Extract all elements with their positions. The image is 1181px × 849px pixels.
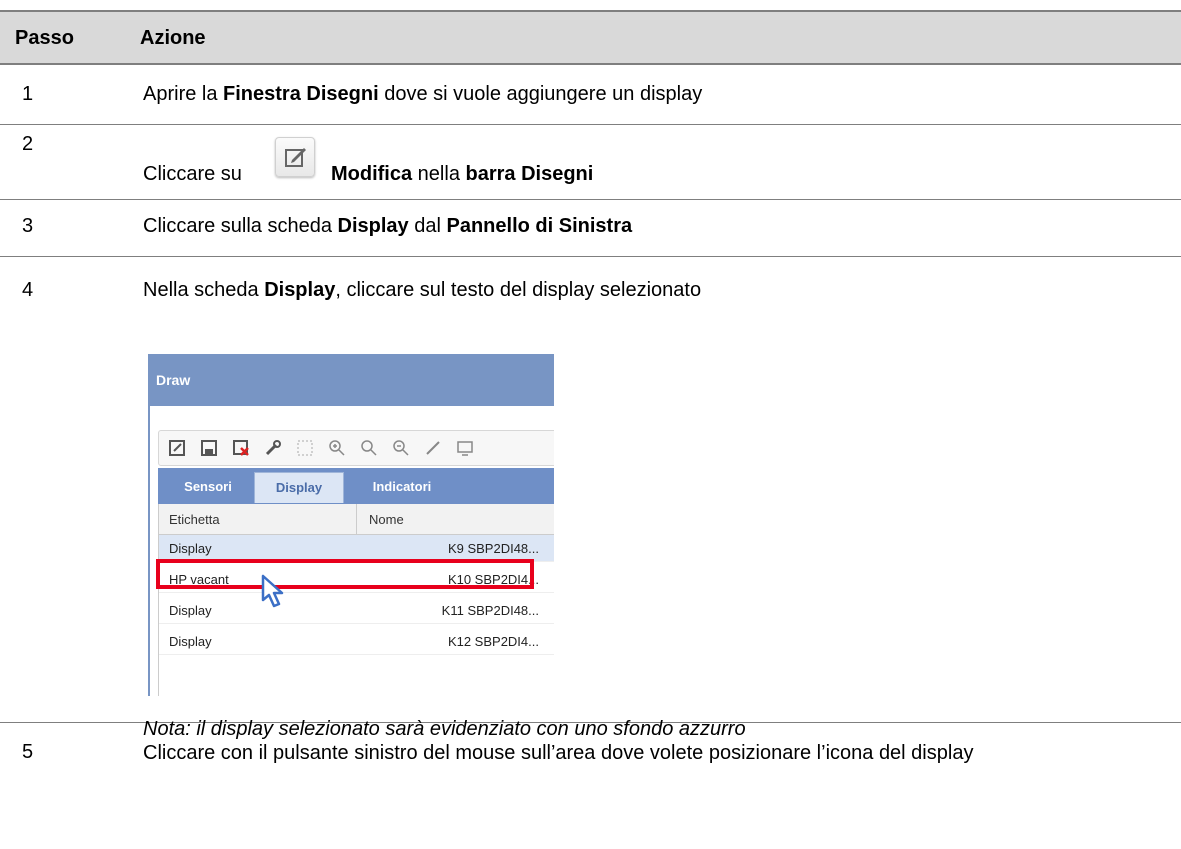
step-text: Nella scheda Display, cliccare sul testo… xyxy=(143,279,701,302)
window-title: Draw xyxy=(156,372,191,388)
row-label: Display xyxy=(169,634,212,649)
grid-header: Etichetta Nome xyxy=(159,504,554,535)
tab-sensori[interactable]: Sensori xyxy=(168,472,248,502)
zoom-icon[interactable] xyxy=(359,438,379,458)
table-row: 1 Aprire la Finestra Disegni dove si vuo… xyxy=(0,65,1181,125)
grid-row-selected[interactable]: Display K9 SBP2DI48... xyxy=(159,535,554,562)
edit-icon xyxy=(275,137,315,177)
select-area-icon[interactable] xyxy=(295,438,315,458)
bold-text: Pannello di Sinistra xyxy=(446,215,633,237)
window-titlebar: Draw xyxy=(148,354,554,406)
tab-display[interactable]: Display xyxy=(254,472,344,503)
draw-toolbar xyxy=(158,430,554,466)
row-label: Display xyxy=(169,603,212,618)
display-grid: Etichetta Nome Display K9 SBP2DI48... HP… xyxy=(158,504,554,696)
selection-highlight-box xyxy=(156,559,534,589)
wrench-icon[interactable] xyxy=(263,438,283,458)
save-icon[interactable] xyxy=(199,438,219,458)
step-number: 4 xyxy=(22,279,34,301)
header-azione: Azione xyxy=(140,27,206,49)
delete-icon[interactable] xyxy=(231,438,251,458)
text-part: Nella scheda xyxy=(143,279,265,301)
step-number: 2 xyxy=(22,133,34,155)
step-text: Aprire la Finestra Disegni dove si vuole… xyxy=(143,83,702,106)
step-number: 1 xyxy=(22,83,34,105)
grid-row[interactable]: Display K12 SBP2DI4... xyxy=(159,628,554,655)
bold-text: barra Disegni xyxy=(465,163,594,185)
mouse-cursor-icon xyxy=(261,574,284,608)
text-part: nella xyxy=(412,163,466,185)
edit-icon[interactable] xyxy=(167,438,187,458)
bold-text: Finestra Disegni xyxy=(223,83,379,105)
zoom-in-icon[interactable] xyxy=(327,438,347,458)
row-name: K9 SBP2DI48... xyxy=(447,541,539,556)
step-number: 5 xyxy=(22,741,34,763)
draw-window-screenshot: Draw Sensori Display Indicatori Etichett… xyxy=(148,354,554,696)
grid-row[interactable]: Display K11 SBP2DI48... xyxy=(159,597,554,624)
left-panel-tabs: Sensori Display Indicatori xyxy=(158,468,554,504)
row-name: K12 SBP2DI4... xyxy=(447,634,539,649)
line-icon[interactable] xyxy=(423,438,443,458)
text-part: , cliccare sul testo del display selezio… xyxy=(335,279,702,301)
tab-indicatori[interactable]: Indicatori xyxy=(354,472,450,502)
text-part: Cliccare sulla scheda xyxy=(143,215,338,237)
text-part: Aprire la xyxy=(143,83,224,105)
bold-text: Display xyxy=(337,215,409,237)
window-frame: Sensori Display Indicatori Etichetta Nom… xyxy=(148,406,554,696)
column-nome[interactable]: Nome xyxy=(369,512,404,527)
text-part: dove si vuole aggiungere un display xyxy=(378,83,703,105)
step-text: Cliccare con il pulsante sinistro del mo… xyxy=(143,742,974,764)
table-row: 3 Cliccare sulla scheda Display dal Pann… xyxy=(0,200,1181,257)
table-header: Passo Azione xyxy=(0,10,1181,65)
row-label: Display xyxy=(169,541,212,556)
column-separator xyxy=(356,504,357,534)
bold-text: Display xyxy=(264,279,336,301)
text-part: Cliccare su xyxy=(143,163,242,185)
table-row: 2 Cliccare su Modifica nella barra Diseg… xyxy=(0,125,1181,200)
note-text: Nota: il display selezionato sarà eviden… xyxy=(143,718,746,740)
bold-text: Modifica xyxy=(331,163,413,185)
column-etichetta[interactable]: Etichetta xyxy=(169,512,220,527)
step-number: 3 xyxy=(22,215,34,237)
text-part: dal xyxy=(408,215,447,237)
step-text: Cliccare sulla scheda Display dal Pannel… xyxy=(143,215,632,238)
zoom-out-icon[interactable] xyxy=(391,438,411,458)
header-passo: Passo xyxy=(15,27,74,49)
row-name: K11 SBP2DI48... xyxy=(441,603,539,618)
display-icon[interactable] xyxy=(455,438,475,458)
